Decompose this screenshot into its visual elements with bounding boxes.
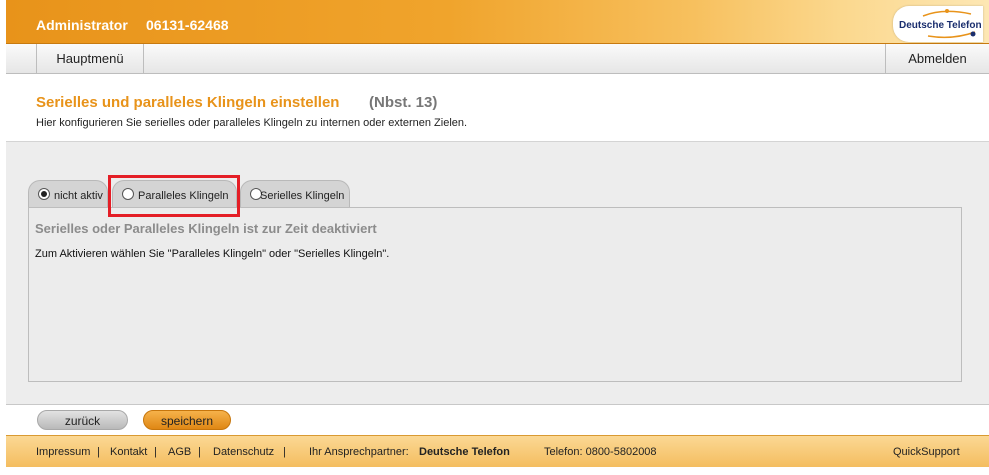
tab-nicht-aktiv[interactable]: nicht aktiv	[28, 180, 108, 208]
footer-bar: Impressum | Kontakt | AGB | Datenschutz …	[6, 435, 989, 467]
radio-nicht-aktiv[interactable]	[38, 188, 50, 200]
quicksupport-link[interactable]: QuickSupport	[893, 446, 960, 458]
panel-heading: Serielles oder Paralleles Klingeln ist z…	[35, 221, 377, 236]
tab-label: nicht aktiv	[54, 190, 103, 202]
app-window: Administrator 06131-62468 Deutsche Telef…	[0, 0, 989, 475]
title-section: Serielles und paralleles Klingeln einste…	[6, 74, 989, 142]
impressum-link[interactable]: Impressum	[36, 446, 90, 458]
extension-number: (Nbst. 13)	[369, 94, 438, 111]
bottom-strip	[0, 467, 989, 475]
save-button[interactable]: speichern	[143, 410, 231, 430]
header-bar: Administrator 06131-62468 Deutsche Telef…	[6, 0, 989, 44]
status-panel: Serielles oder Paralleles Klingeln ist z…	[28, 207, 962, 382]
footer-separator: |	[283, 446, 286, 458]
main-menu-button[interactable]: Hauptmenü	[36, 44, 144, 74]
nav-bar: Hauptmenü Abmelden	[6, 44, 989, 74]
logout-button[interactable]: Abmelden	[885, 44, 989, 74]
kontakt-link[interactable]: Kontakt	[110, 446, 147, 458]
content-area: nicht aktiv Paralleles Klingeln Serielle…	[6, 142, 989, 405]
datenschutz-link[interactable]: Datenschutz	[213, 446, 274, 458]
user-role: Administrator	[36, 17, 128, 33]
page-description: Hier konfigurieren Sie serielles oder pa…	[36, 117, 468, 129]
button-bar: zurück speichern	[6, 405, 989, 435]
support-phone: Telefon: 0800-5802008	[544, 446, 657, 458]
tab-label: Serielles Klingeln	[260, 190, 345, 202]
footer-separator: |	[198, 446, 201, 458]
footer-separator: |	[97, 446, 100, 458]
phone-number: 06131-62468	[146, 17, 229, 33]
highlight-box	[108, 175, 240, 217]
tab-serielles-klingeln[interactable]: Serielles Klingeln	[240, 180, 350, 208]
back-button[interactable]: zurück	[37, 410, 128, 430]
page-title: Serielles und paralleles Klingeln einste…	[36, 94, 340, 111]
logo-text: Deutsche Telefon	[899, 20, 982, 31]
footer-separator: |	[154, 446, 157, 458]
partner-name: Deutsche Telefon	[419, 446, 510, 458]
deutsche-telefon-logo: Deutsche Telefon	[893, 6, 983, 42]
panel-text: Zum Aktivieren wählen Sie "Paralleles Kl…	[35, 248, 390, 260]
agb-link[interactable]: AGB	[168, 446, 191, 458]
partner-label: Ihr Ansprechpartner:	[309, 446, 409, 458]
